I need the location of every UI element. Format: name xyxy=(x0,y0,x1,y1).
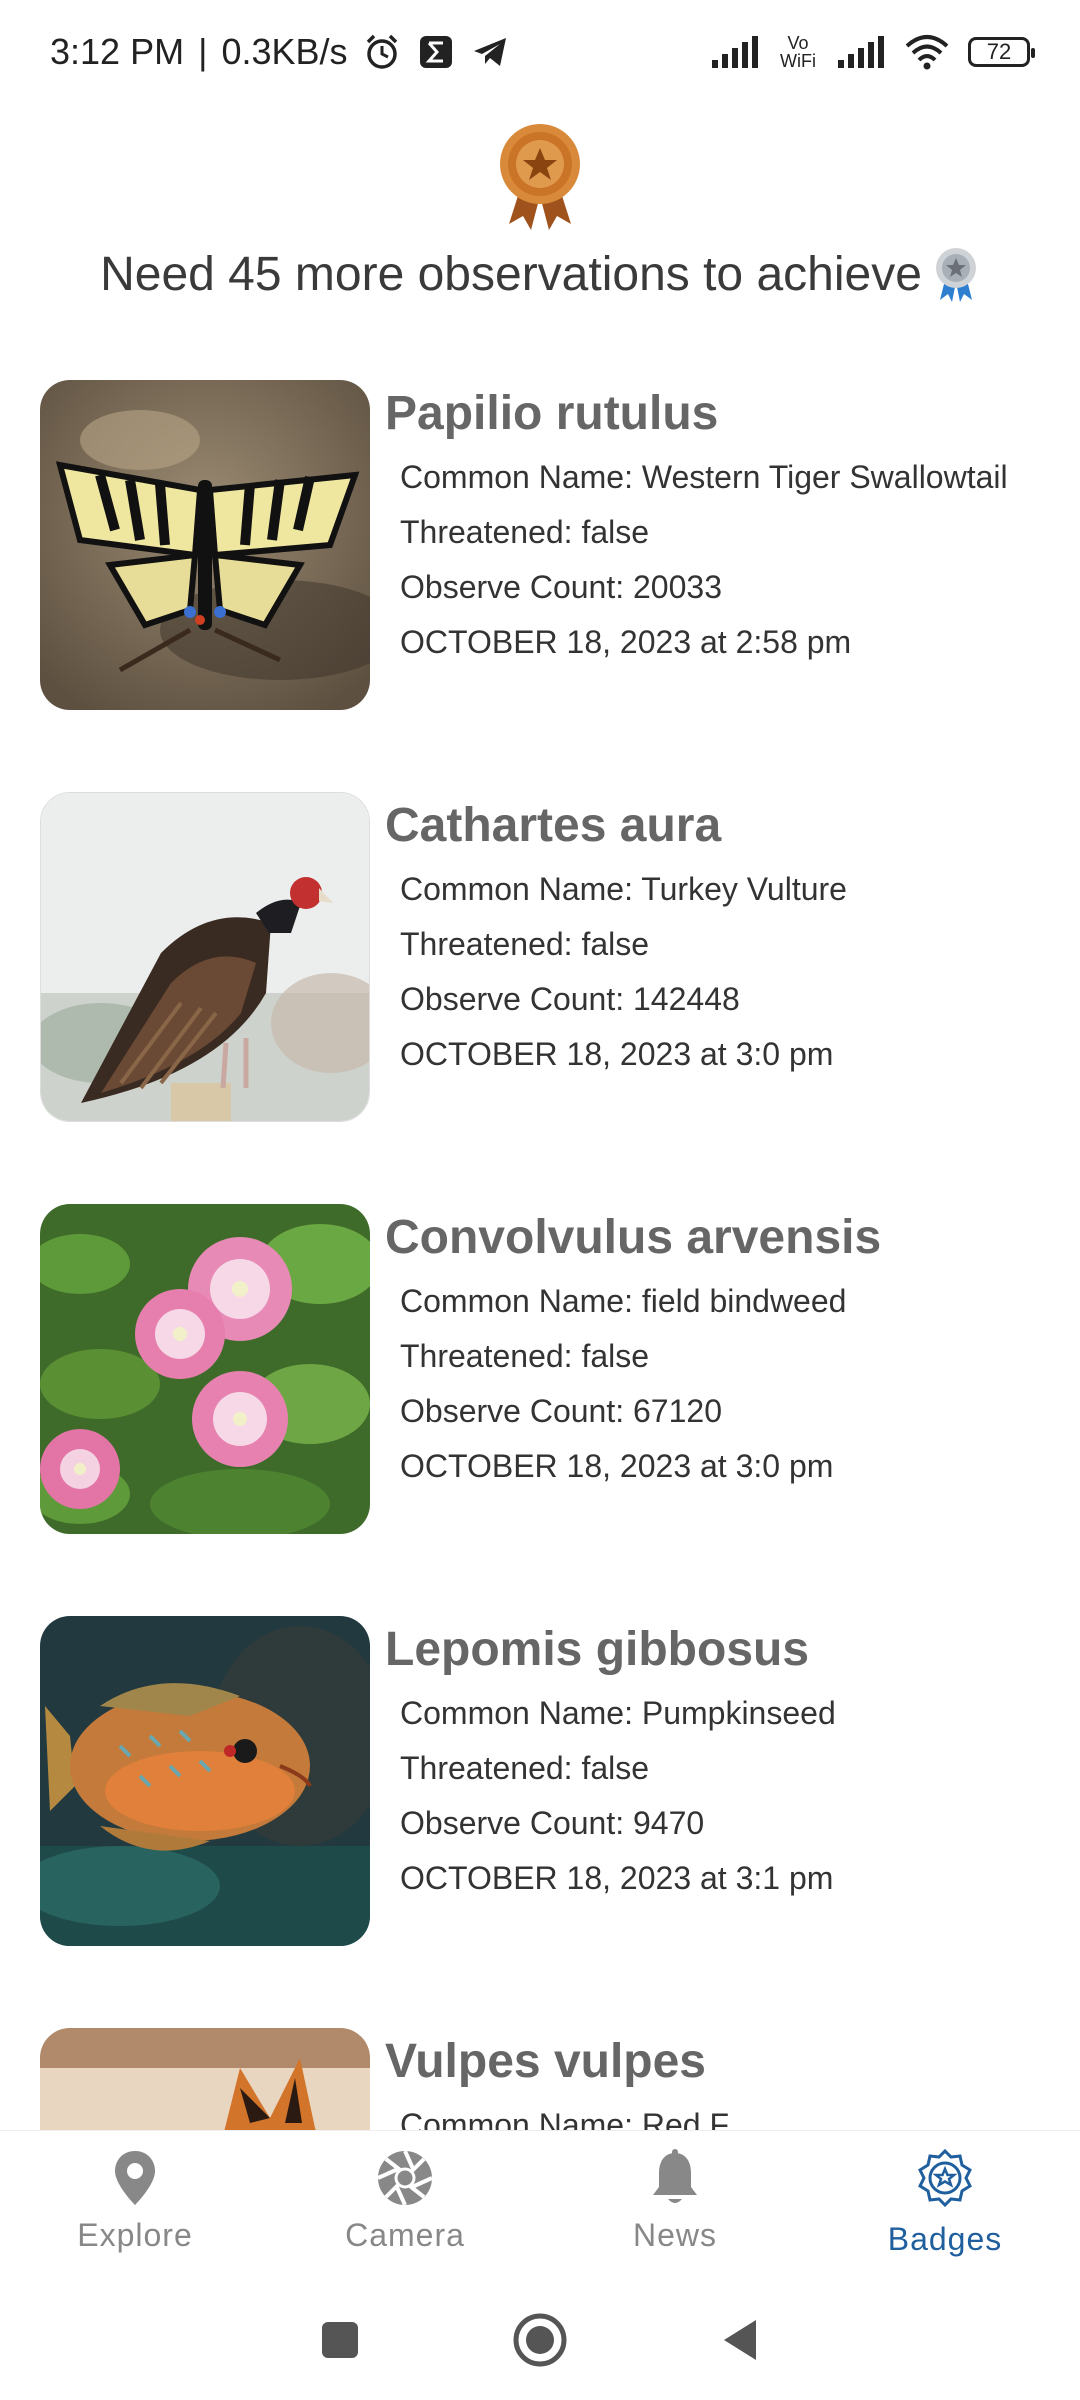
scientific-name: Convolvulus arvensis xyxy=(385,1211,882,1264)
observe-count: Observe Count: 20033 xyxy=(400,569,722,605)
observation-list[interactable]: Papilio rutulus Common Name: Western Tig… xyxy=(0,380,1080,2130)
observation-info: Cathartes aura Common Name: Turkey Vultu… xyxy=(385,792,1045,1073)
observation-photo xyxy=(40,1204,370,1534)
list-item[interactable]: Cathartes aura Common Name: Turkey Vultu… xyxy=(40,792,1050,1122)
nav-label: Badges xyxy=(887,2221,1003,2257)
list-item[interactable]: Papilio rutulus Common Name: Western Tig… xyxy=(40,380,1050,710)
nav-label: Explore xyxy=(77,2217,193,2253)
threatened-status: Threatened: false xyxy=(400,1338,650,1374)
observation-photo xyxy=(40,1616,370,1946)
bell-icon xyxy=(653,2149,697,2203)
nav-explore[interactable]: Explore xyxy=(0,2131,270,2254)
bottom-navigation: Explore Camera News Badges xyxy=(0,2130,1080,2281)
observe-count: Observe Count: 142448 xyxy=(400,981,740,1017)
system-navigation-bar xyxy=(0,2280,1080,2400)
nav-camera[interactable]: Camera xyxy=(270,2131,540,2254)
signal-icon xyxy=(712,36,758,68)
status-bar: 3:12 PM | 0.3KB/s Vo WiFi 72 xyxy=(0,0,1080,104)
alarm-icon xyxy=(366,34,397,69)
observation-date: OCTOBER 18, 2023 at 3:1 pm xyxy=(400,1860,834,1896)
map-pin-icon xyxy=(115,2151,155,2205)
home-button[interactable] xyxy=(512,2312,568,2368)
common-name: Common Name: Turkey Vulture xyxy=(400,871,847,907)
nav-news[interactable]: News xyxy=(540,2131,810,2254)
observation-date: OCTOBER 18, 2023 at 3:0 pm xyxy=(400,1036,834,1072)
battery-indicator: 72 xyxy=(968,37,1035,67)
network-speed: 0.3KB/s xyxy=(221,31,348,72)
threatened-status: Threatened: false xyxy=(400,1750,650,1786)
threatened-status: Threatened: false xyxy=(400,926,650,962)
observation-info: Lepomis gibbosus Common Name: Pumpkinsee… xyxy=(385,1616,1045,1897)
clock: 3:12 PM xyxy=(50,31,185,72)
observation-info: Convolvulus arvensis Common Name: field … xyxy=(385,1204,1045,1485)
observation-date: OCTOBER 18, 2023 at 3:0 pm xyxy=(400,1448,834,1484)
recents-button[interactable] xyxy=(318,2318,362,2362)
observation-photo xyxy=(40,792,370,1122)
common-name: Common Name: Western Tiger Swallowtail xyxy=(400,459,1008,495)
threatened-status: Threatened: false xyxy=(400,514,650,550)
observe-count: Observe Count: 9470 xyxy=(400,1805,705,1841)
separator: | xyxy=(198,31,208,72)
observation-info: Papilio rutulus Common Name: Western Tig… xyxy=(385,380,1045,661)
silver-medal-icon xyxy=(935,248,976,302)
observation-photo xyxy=(40,2028,370,2130)
goal-text: Need 45 more observations to achieve xyxy=(100,247,922,301)
observation-info: Vulpes vulpes Common Name: Red F xyxy=(385,2028,1045,2130)
badge-icon xyxy=(918,2149,972,2208)
status-right: Vo WiFi 72 xyxy=(710,33,1035,71)
common-name: Common Name: Pumpkinseed xyxy=(400,1695,836,1731)
bronze-medal-icon xyxy=(500,124,580,230)
list-item[interactable]: Convolvulus arvensis Common Name: field … xyxy=(40,1204,1050,1534)
nav-badges[interactable]: Badges xyxy=(810,2131,1080,2258)
observe-count: Observe Count: 67120 xyxy=(400,1393,722,1429)
wifi-icon xyxy=(905,35,949,70)
status-left: 3:12 PM | 0.3KB/s xyxy=(50,31,510,73)
scientific-name: Vulpes vulpes xyxy=(385,2035,706,2088)
goal-message: Need 45 more observations to achieve xyxy=(0,246,1080,302)
vowifi-indicator: Vo WiFi xyxy=(780,33,816,71)
nav-label: News xyxy=(632,2217,717,2253)
camera-aperture-icon xyxy=(377,2150,433,2206)
badge-header: Need 45 more observations to achieve xyxy=(0,120,1080,302)
observation-date: OCTOBER 18, 2023 at 2:58 pm xyxy=(400,624,852,660)
scientific-name: Lepomis gibbosus xyxy=(385,1623,810,1676)
back-button[interactable] xyxy=(718,2316,762,2364)
common-name: Common Name: Red F xyxy=(400,2107,729,2130)
telegram-icon xyxy=(473,38,506,66)
nav-label: Camera xyxy=(345,2217,465,2253)
common-name: Common Name: field bindweed xyxy=(400,1283,847,1319)
sigma-app-icon xyxy=(419,36,452,68)
list-item[interactable]: Lepomis gibbosus Common Name: Pumpkinsee… xyxy=(40,1616,1050,1946)
list-item[interactable]: Vulpes vulpes Common Name: Red F xyxy=(40,2028,1050,2130)
scientific-name: Cathartes aura xyxy=(385,799,722,852)
scientific-name: Papilio rutulus xyxy=(385,387,719,440)
signal-2-icon xyxy=(838,36,884,68)
observation-photo xyxy=(40,380,370,710)
